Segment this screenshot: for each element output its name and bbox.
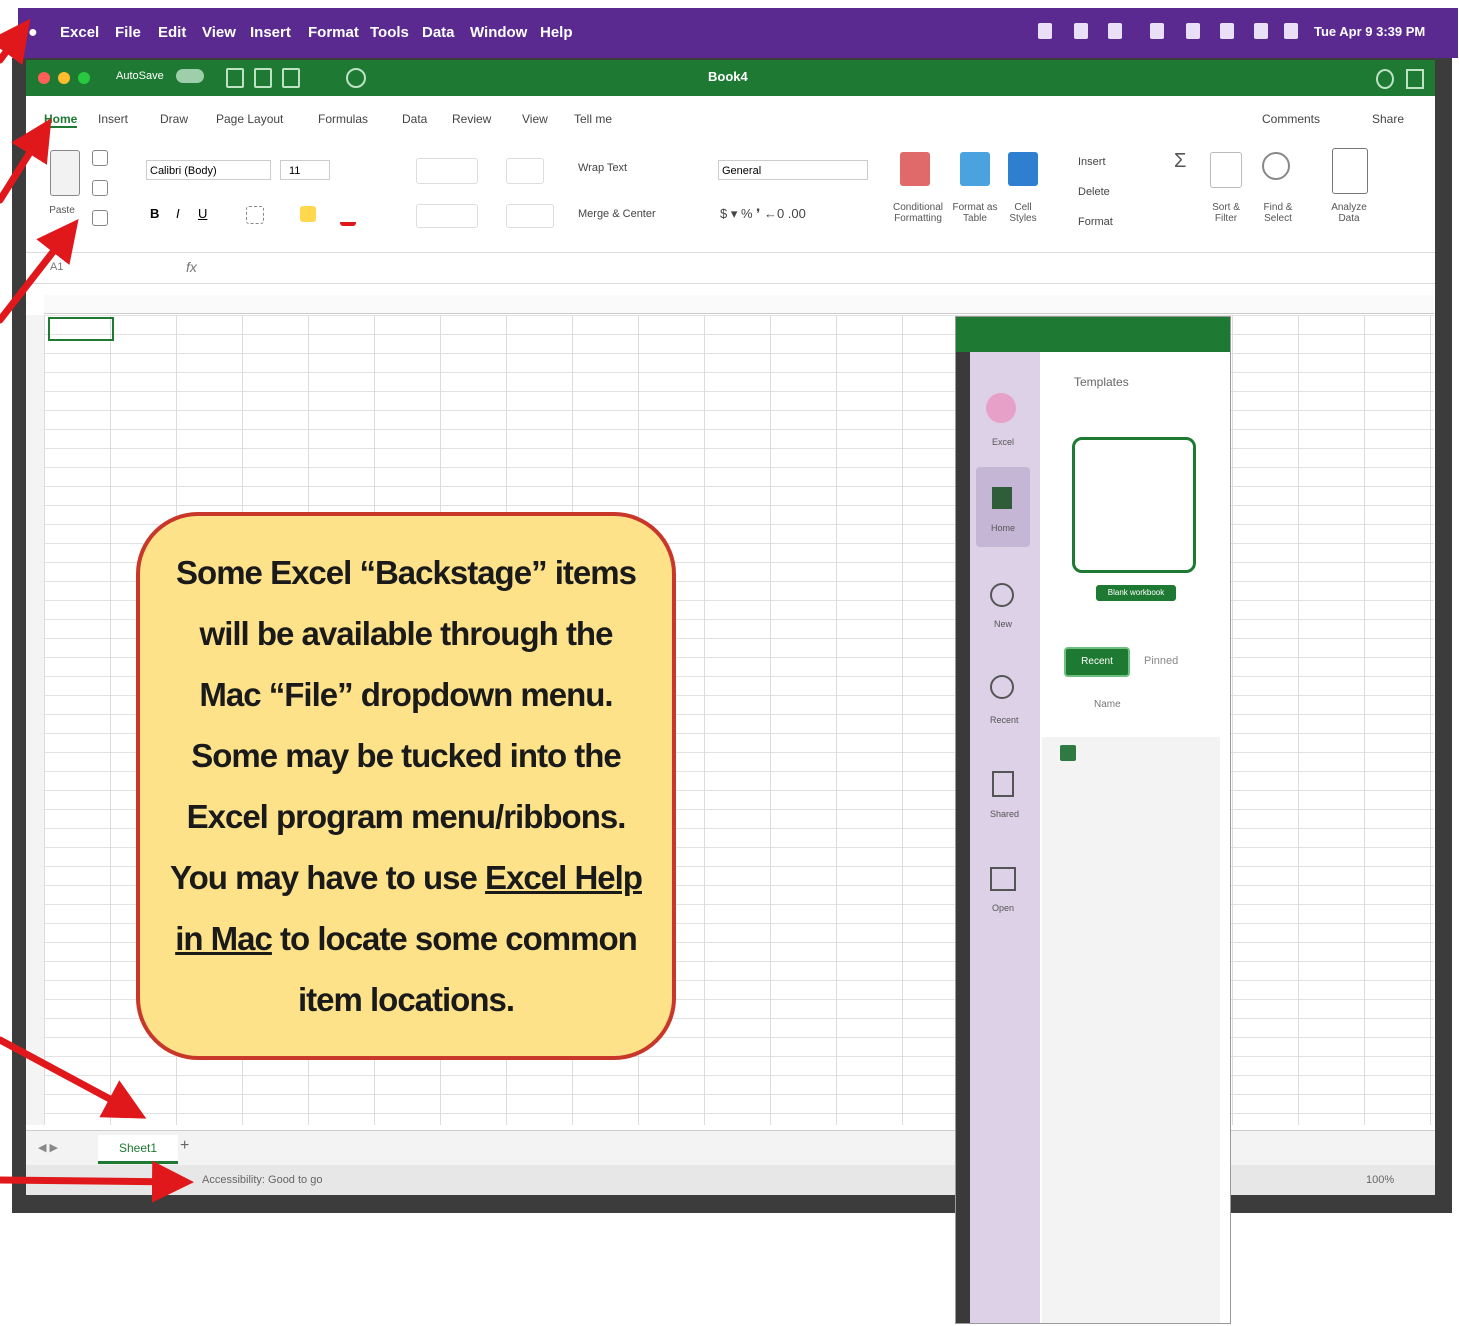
arrow-to-apple-menu bbox=[0, 18, 31, 65]
annotation-arrows bbox=[0, 18, 194, 1203]
arrow-to-status-bar bbox=[0, 1160, 194, 1203]
arrow-to-home-tab bbox=[0, 118, 52, 204]
arrow-to-paste bbox=[0, 218, 79, 324]
arrow-to-sheet-tab bbox=[0, 1036, 147, 1119]
